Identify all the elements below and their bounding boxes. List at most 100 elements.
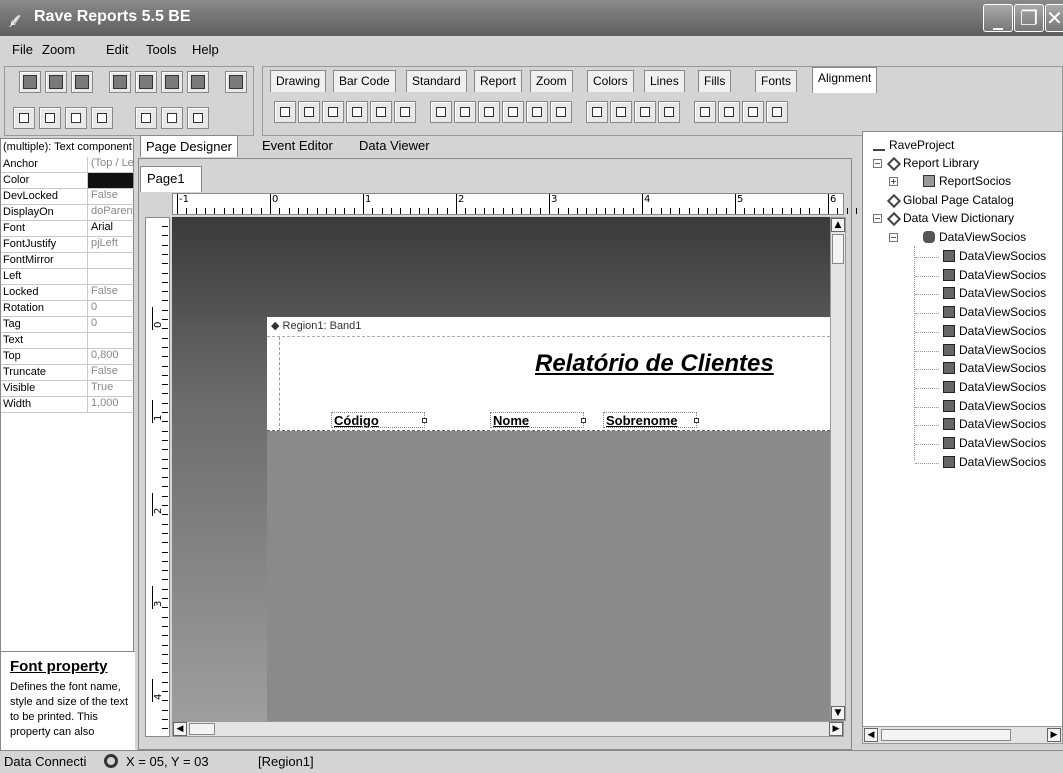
resize-handle-icon[interactable] [581, 418, 586, 423]
scroll-thumb[interactable] [189, 723, 215, 735]
property-value[interactable]: False [87, 365, 133, 380]
tree-field-item[interactable]: DataViewSocios [943, 399, 1046, 413]
report-title[interactable]: Relatório de Clientes [535, 350, 774, 378]
report-band[interactable]: Relatório de Clientes Código Nome Sobren… [267, 337, 830, 431]
tree-report-socios[interactable]: ReportSocios [923, 174, 1011, 188]
scroll-thumb[interactable] [881, 729, 1011, 741]
scroll-down-icon[interactable]: ▼ [831, 706, 845, 720]
report-page[interactable]: ◆ Region1: Band1 Relatório de Clientes C… [267, 317, 830, 721]
property-value[interactable]: False [87, 285, 133, 300]
property-row[interactable]: Visible True [1, 381, 135, 397]
canvas-horizontal-scrollbar[interactable]: ◀ ▶ [172, 721, 844, 737]
new-object-icon[interactable] [187, 71, 209, 93]
open-icon[interactable] [45, 71, 67, 93]
restore-icon[interactable]: ❐ [1014, 4, 1044, 32]
tree-field-item[interactable]: DataViewSocios [943, 324, 1046, 338]
resize-handle-icon[interactable] [694, 418, 699, 423]
scroll-right-icon[interactable]: ▶ [829, 722, 843, 736]
space-v-icon[interactable] [526, 101, 548, 123]
nudge-down-icon[interactable] [766, 101, 788, 123]
send-backward-icon[interactable] [658, 101, 680, 123]
new-page-icon[interactable] [135, 71, 157, 93]
close-icon[interactable]: ✕ [1045, 4, 1063, 32]
property-row[interactable]: Tag 0 [1, 317, 135, 333]
align-middle-icon[interactable] [454, 101, 476, 123]
property-row[interactable]: Top 0,800 [1, 349, 135, 365]
collapse-icon[interactable]: − [873, 214, 882, 223]
list-icon[interactable] [91, 107, 113, 129]
field-nome[interactable]: Nome [490, 412, 586, 428]
tab-page-designer[interactable]: Page Designer [140, 135, 238, 157]
align-top-icon[interactable] [430, 101, 452, 123]
align-right-icon[interactable] [322, 101, 344, 123]
space-h-icon[interactable] [370, 101, 392, 123]
tree-field-item[interactable]: DataViewSocios [943, 436, 1046, 450]
expand-icon[interactable]: + [889, 177, 898, 186]
property-row[interactable]: DevLocked False [1, 189, 135, 205]
property-row[interactable]: Font Arial [1, 221, 135, 237]
component-icon[interactable] [39, 107, 61, 129]
property-row[interactable]: Text [1, 333, 135, 349]
send-back-icon[interactable] [610, 101, 632, 123]
field-sobrenome[interactable]: Sobrenome [603, 412, 699, 428]
tree-field-item[interactable]: DataViewSocios [943, 286, 1046, 300]
tab-lines[interactable]: Lines [644, 70, 685, 92]
collapse-icon[interactable]: − [889, 233, 898, 242]
page-icon[interactable] [13, 107, 35, 129]
tab-barcode[interactable]: Bar Code [333, 70, 396, 92]
canvas-vertical-scrollbar[interactable]: ▲ ▼ [830, 217, 846, 721]
property-value[interactable]: 0,800 [87, 349, 133, 364]
tree-field-item[interactable]: DataViewSocios [943, 305, 1046, 319]
bring-front-icon[interactable] [586, 101, 608, 123]
tree-field-item[interactable]: DataViewSocios [943, 268, 1046, 282]
property-value[interactable]: 0 [87, 317, 133, 332]
new-report-icon[interactable] [109, 71, 131, 93]
property-row[interactable]: Width 1,000 [1, 397, 135, 413]
equal-v-icon[interactable] [550, 101, 572, 123]
tree-field-item[interactable]: DataViewSocios [943, 343, 1046, 357]
tree-data-view-dictionary[interactable]: Data View Dictionary [886, 211, 1014, 227]
nudge-up-icon[interactable] [742, 101, 764, 123]
design-canvas[interactable]: ◆ Region1: Band1 Relatório de Clientes C… [172, 217, 830, 721]
tree-rave-project[interactable]: RaveProject [873, 138, 954, 152]
minimize-icon[interactable]: _ [983, 4, 1013, 32]
align-center-h-icon[interactable] [298, 101, 320, 123]
tab-alignment[interactable]: Alignment [812, 67, 878, 93]
field-codigo[interactable]: Código [331, 412, 427, 428]
resize-handle-icon[interactable] [422, 418, 427, 423]
new-dataview-icon[interactable] [161, 71, 183, 93]
wrench-icon[interactable] [187, 107, 209, 129]
tree-dataview-socios[interactable]: DataViewSocios [923, 230, 1026, 244]
tab-standard[interactable]: Standard [406, 70, 467, 92]
property-row[interactable]: FontMirror [1, 253, 135, 269]
nudge-left-icon[interactable] [694, 101, 716, 123]
align-bottom-icon[interactable] [478, 101, 500, 123]
property-row[interactable]: Rotation 0 [1, 301, 135, 317]
property-row[interactable]: Color [1, 173, 135, 189]
tree-global-page-catalog[interactable]: Global Page Catalog [886, 193, 1014, 209]
collapse-icon[interactable]: − [873, 159, 882, 168]
property-value[interactable]: 0 [87, 301, 133, 316]
save-icon[interactable] [71, 71, 93, 93]
property-value[interactable]: False [87, 189, 133, 204]
scroll-up-icon[interactable]: ▲ [831, 218, 845, 232]
property-row[interactable]: Left [1, 269, 135, 285]
document-icon[interactable] [65, 107, 87, 129]
property-row[interactable]: FontJustify pjLeft [1, 237, 135, 253]
property-value[interactable]: Arial [87, 221, 133, 236]
tree-horizontal-scrollbar[interactable]: ◀ ▶ [862, 726, 1063, 744]
scroll-left-icon[interactable]: ◀ [864, 728, 878, 742]
property-value[interactable]: pjLeft [87, 237, 133, 252]
property-row[interactable]: Truncate False [1, 365, 135, 381]
menu-tools[interactable]: Tools [146, 42, 176, 57]
property-value[interactable] [87, 253, 133, 268]
scroll-thumb[interactable] [832, 234, 844, 264]
tab-page1[interactable]: Page1 [140, 166, 202, 192]
tab-data-viewer[interactable]: Data Viewer [354, 135, 435, 157]
tree-field-item[interactable]: DataViewSocios [943, 417, 1046, 431]
scroll-left-icon[interactable]: ◀ [173, 722, 187, 736]
tab-drawing[interactable]: Drawing [270, 70, 327, 92]
grid-icon[interactable] [135, 107, 157, 129]
tree-report-library[interactable]: Report Library [886, 156, 979, 172]
copy-icon[interactable] [161, 107, 183, 129]
